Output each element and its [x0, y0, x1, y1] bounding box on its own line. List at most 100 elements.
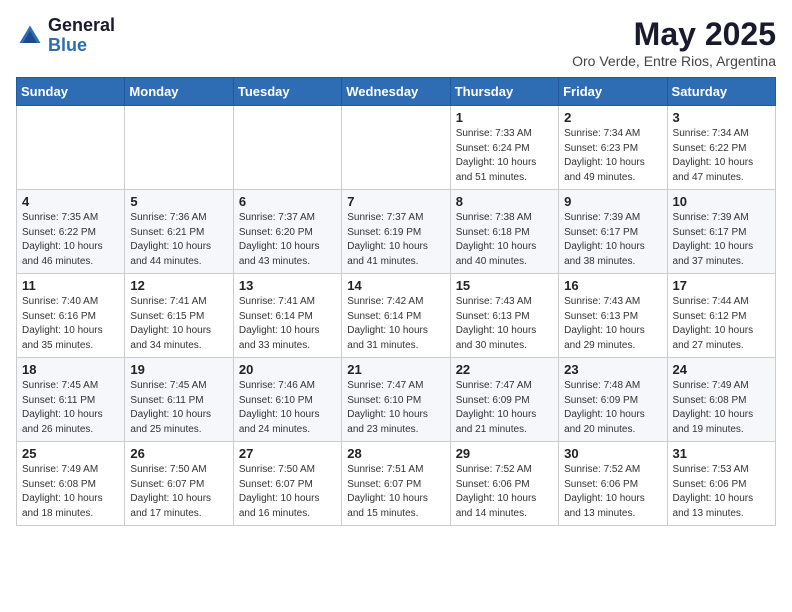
- title-area: May 2025 Oro Verde, Entre Rios, Argentin…: [572, 16, 776, 69]
- calendar-cell: 27 Sunrise: 7:50 AM Sunset: 6:07 PM Dayli…: [233, 442, 341, 526]
- logo: General Blue: [16, 16, 115, 56]
- day-number: 13: [239, 278, 336, 293]
- day-number: 16: [564, 278, 661, 293]
- day-info: Sunrise: 7:44 AM Sunset: 6:12 PM Dayligh…: [673, 295, 770, 353]
- calendar-cell: 30 Sunrise: 7:52 AM Sunset: 6:06 PM Dayli…: [559, 442, 667, 526]
- day-header-thursday: Thursday: [450, 78, 558, 106]
- calendar-cell: 16 Sunrise: 7:43 AM Sunset: 6:13 PM Dayli…: [559, 274, 667, 358]
- calendar-cell: 26 Sunrise: 7:50 AM Sunset: 6:07 PM Dayli…: [125, 442, 233, 526]
- day-info: Sunrise: 7:41 AM Sunset: 6:14 PM Dayligh…: [239, 295, 336, 353]
- day-number: 21: [347, 362, 444, 377]
- calendar-week-row: 25 Sunrise: 7:49 AM Sunset: 6:08 PM Dayli…: [17, 442, 776, 526]
- calendar-cell: 9 Sunrise: 7:39 AM Sunset: 6:17 PM Daylig…: [559, 190, 667, 274]
- day-info: Sunrise: 7:37 AM Sunset: 6:20 PM Dayligh…: [239, 211, 336, 269]
- day-header-wednesday: Wednesday: [342, 78, 450, 106]
- calendar-cell: 10 Sunrise: 7:39 AM Sunset: 6:17 PM Dayli…: [667, 190, 775, 274]
- day-info: Sunrise: 7:35 AM Sunset: 6:22 PM Dayligh…: [22, 211, 119, 269]
- day-number: 25: [22, 446, 119, 461]
- calendar-cell: 19Sunrise: 7:45 AM Sunset: 6:11 PM Dayli…: [125, 358, 233, 442]
- day-header-sunday: Sunday: [17, 78, 125, 106]
- day-info: Sunrise: 7:50 AM Sunset: 6:07 PM Dayligh…: [239, 463, 336, 521]
- day-info: Sunrise: 7:48 AM Sunset: 6:09 PM Dayligh…: [564, 379, 661, 437]
- day-info: Sunrise: 7:52 AM Sunset: 6:06 PM Dayligh…: [564, 463, 661, 521]
- calendar-cell: 25 Sunrise: 7:49 AM Sunset: 6:08 PM Dayli…: [17, 442, 125, 526]
- day-info: Sunrise: 7:33 AM Sunset: 6:24 PM Dayligh…: [456, 127, 553, 185]
- page-header: General Blue May 2025 Oro Verde, Entre R…: [16, 16, 776, 69]
- location-subtitle: Oro Verde, Entre Rios, Argentina: [572, 53, 776, 69]
- calendar-cell: 3 Sunrise: 7:34 AM Sunset: 6:22 PM Daylig…: [667, 106, 775, 190]
- logo-text: General Blue: [48, 16, 115, 56]
- calendar-cell: 21Sunrise: 7:47 AM Sunset: 6:10 PM Dayli…: [342, 358, 450, 442]
- day-info: Sunrise: 7:34 AM Sunset: 6:22 PM Dayligh…: [673, 127, 770, 185]
- calendar-cell: 28 Sunrise: 7:51 AM Sunset: 6:07 PM Dayli…: [342, 442, 450, 526]
- calendar-week-row: 11 Sunrise: 7:40 AM Sunset: 6:16 PM Dayli…: [17, 274, 776, 358]
- day-info: Sunrise: 7:51 AM Sunset: 6:07 PM Dayligh…: [347, 463, 444, 521]
- calendar-cell: 23 Sunrise: 7:48 AM Sunset: 6:09 PM Dayli…: [559, 358, 667, 442]
- day-info: Sunrise: 7:45 AM Sunset: 6:11 PM Dayligh…: [22, 379, 119, 437]
- calendar-cell: 18 Sunrise: 7:45 AM Sunset: 6:11 PM Dayli…: [17, 358, 125, 442]
- calendar-week-row: 4 Sunrise: 7:35 AM Sunset: 6:22 PM Daylig…: [17, 190, 776, 274]
- day-number: 26: [130, 446, 227, 461]
- day-info: Sunrise: 7:40 AM Sunset: 6:16 PM Dayligh…: [22, 295, 119, 353]
- day-header-saturday: Saturday: [667, 78, 775, 106]
- calendar-cell: 20 Sunrise: 7:46 AM Sunset: 6:10 PM Dayli…: [233, 358, 341, 442]
- calendar-cell: 5 Sunrise: 7:36 AM Sunset: 6:21 PM Daylig…: [125, 190, 233, 274]
- day-info: Sunrise: 7:39 AM Sunset: 6:17 PM Dayligh…: [673, 211, 770, 269]
- day-number: 30: [564, 446, 661, 461]
- calendar-cell: 24 Sunrise: 7:49 AM Sunset: 6:08 PM Dayli…: [667, 358, 775, 442]
- day-number: 9: [564, 194, 661, 209]
- calendar-cell: 15Sunrise: 7:43 AM Sunset: 6:13 PM Dayli…: [450, 274, 558, 358]
- day-info: Sunrise: 7:37 AM Sunset: 6:19 PM Dayligh…: [347, 211, 444, 269]
- day-info: Sunrise: 7:36 AM Sunset: 6:21 PM Dayligh…: [130, 211, 227, 269]
- day-number: 10: [673, 194, 770, 209]
- day-number: 7: [347, 194, 444, 209]
- calendar-cell: 13 Sunrise: 7:41 AM Sunset: 6:14 PM Dayli…: [233, 274, 341, 358]
- day-number: 2: [564, 110, 661, 125]
- day-info: Sunrise: 7:52 AM Sunset: 6:06 PM Dayligh…: [456, 463, 553, 521]
- day-info: Sunrise: 7:43 AM Sunset: 6:13 PM Dayligh…: [456, 295, 553, 353]
- day-number: 31: [673, 446, 770, 461]
- day-info: Sunrise: 7:50 AM Sunset: 6:07 PM Dayligh…: [130, 463, 227, 521]
- calendar-cell: 6 Sunrise: 7:37 AM Sunset: 6:20 PM Daylig…: [233, 190, 341, 274]
- day-number: 23: [564, 362, 661, 377]
- calendar-cell: 4 Sunrise: 7:35 AM Sunset: 6:22 PM Daylig…: [17, 190, 125, 274]
- day-number: 3: [673, 110, 770, 125]
- calendar-header-row: SundayMondayTuesdayWednesdayThursdayFrid…: [17, 78, 776, 106]
- day-info: Sunrise: 7:43 AM Sunset: 6:13 PM Dayligh…: [564, 295, 661, 353]
- day-info: Sunrise: 7:46 AM Sunset: 6:10 PM Dayligh…: [239, 379, 336, 437]
- day-number: 27: [239, 446, 336, 461]
- calendar-cell: 1Sunrise: 7:33 AM Sunset: 6:24 PM Daylig…: [450, 106, 558, 190]
- day-number: 29: [456, 446, 553, 461]
- day-info: Sunrise: 7:49 AM Sunset: 6:08 PM Dayligh…: [22, 463, 119, 521]
- calendar-cell: 2 Sunrise: 7:34 AM Sunset: 6:23 PM Daylig…: [559, 106, 667, 190]
- day-number: 11: [22, 278, 119, 293]
- calendar-cell: 17 Sunrise: 7:44 AM Sunset: 6:12 PM Dayli…: [667, 274, 775, 358]
- day-info: Sunrise: 7:34 AM Sunset: 6:23 PM Dayligh…: [564, 127, 661, 185]
- day-number: 4: [22, 194, 119, 209]
- day-number: 5: [130, 194, 227, 209]
- day-info: Sunrise: 7:38 AM Sunset: 6:18 PM Dayligh…: [456, 211, 553, 269]
- calendar-cell: 22Sunrise: 7:47 AM Sunset: 6:09 PM Dayli…: [450, 358, 558, 442]
- day-info: Sunrise: 7:45 AM Sunset: 6:11 PM Dayligh…: [130, 379, 227, 437]
- calendar-week-row: 18 Sunrise: 7:45 AM Sunset: 6:11 PM Dayli…: [17, 358, 776, 442]
- day-number: 8: [456, 194, 553, 209]
- day-header-friday: Friday: [559, 78, 667, 106]
- day-number: 18: [22, 362, 119, 377]
- day-info: Sunrise: 7:39 AM Sunset: 6:17 PM Dayligh…: [564, 211, 661, 269]
- day-number: 28: [347, 446, 444, 461]
- day-number: 17: [673, 278, 770, 293]
- calendar-cell: 12Sunrise: 7:41 AM Sunset: 6:15 PM Dayli…: [125, 274, 233, 358]
- day-number: 20: [239, 362, 336, 377]
- day-info: Sunrise: 7:49 AM Sunset: 6:08 PM Dayligh…: [673, 379, 770, 437]
- day-info: Sunrise: 7:42 AM Sunset: 6:14 PM Dayligh…: [347, 295, 444, 353]
- calendar-week-row: 1Sunrise: 7:33 AM Sunset: 6:24 PM Daylig…: [17, 106, 776, 190]
- day-number: 6: [239, 194, 336, 209]
- day-number: 24: [673, 362, 770, 377]
- month-title: May 2025: [572, 16, 776, 53]
- logo-icon: [16, 22, 44, 50]
- calendar-cell: 8 Sunrise: 7:38 AM Sunset: 6:18 PM Daylig…: [450, 190, 558, 274]
- calendar-cell: [17, 106, 125, 190]
- calendar-cell: [342, 106, 450, 190]
- calendar-cell: 31Sunrise: 7:53 AM Sunset: 6:06 PM Dayli…: [667, 442, 775, 526]
- day-info: Sunrise: 7:47 AM Sunset: 6:09 PM Dayligh…: [456, 379, 553, 437]
